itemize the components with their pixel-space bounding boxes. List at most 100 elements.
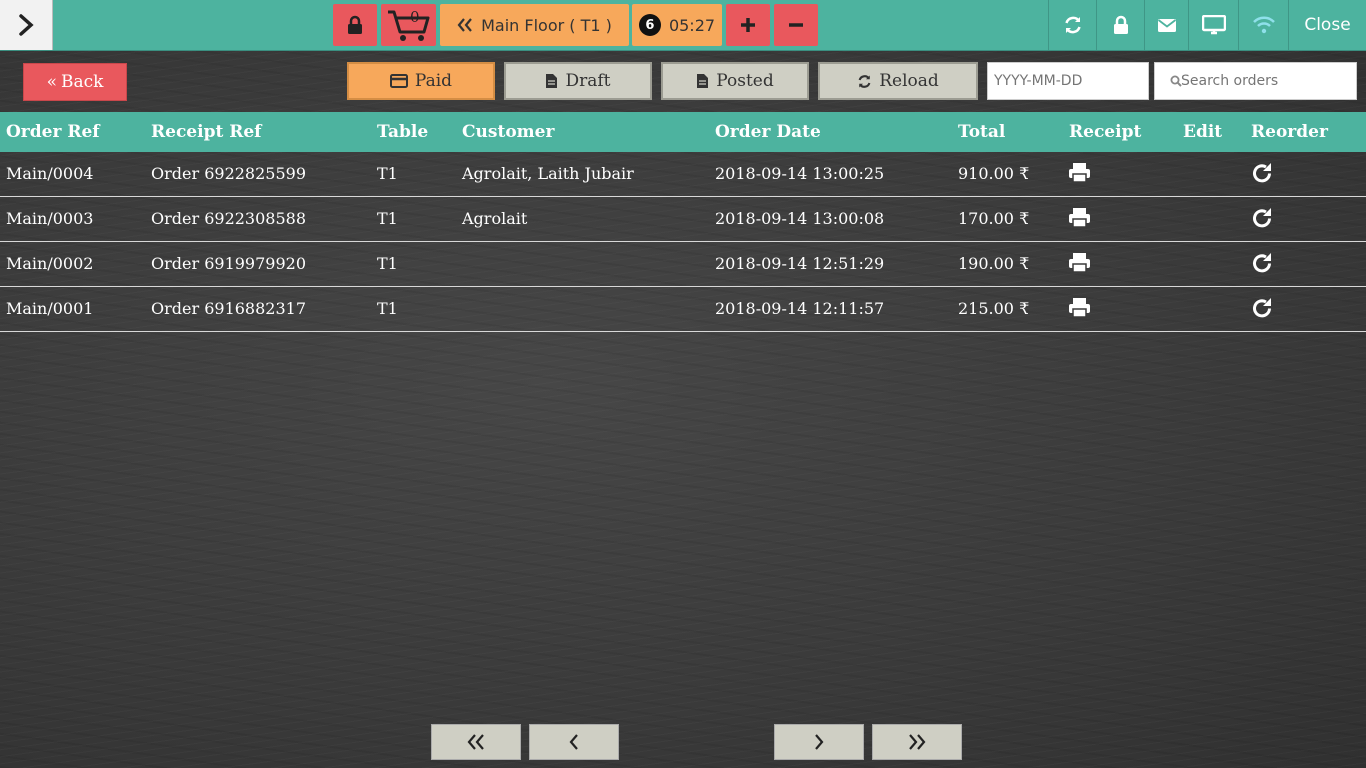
table-row[interactable]: Main/0002 Order 6919979920 T1 2018-09-14… bbox=[0, 242, 1366, 287]
print-receipt-icon[interactable] bbox=[1068, 297, 1091, 318]
double-chevron-right-icon bbox=[909, 734, 926, 750]
double-chevron-left-icon bbox=[467, 734, 484, 750]
network-status-button[interactable] bbox=[1238, 0, 1288, 50]
print-receipt-icon[interactable] bbox=[1068, 162, 1091, 183]
order-date-cell: 2018-09-14 12:51:29 bbox=[715, 254, 885, 273]
column-header-customer: Customer bbox=[462, 122, 555, 142]
paid-label: Paid bbox=[414, 71, 453, 91]
total-cell: 215.00 ₹ bbox=[958, 299, 1030, 318]
floor-label: Main Floor ( T1 ) bbox=[481, 15, 612, 35]
refresh-icon bbox=[858, 74, 871, 88]
column-header-receipt: Receipt bbox=[1069, 122, 1142, 142]
table-row[interactable]: Main/0003 Order 6922308588 T1 Agrolait 2… bbox=[0, 197, 1366, 242]
guests-badge: 6 bbox=[638, 14, 661, 36]
print-receipt-icon[interactable] bbox=[1068, 207, 1091, 228]
remove-order-button[interactable] bbox=[774, 4, 818, 46]
search-orders-input[interactable] bbox=[1154, 62, 1357, 100]
cart-button[interactable]: 0 bbox=[381, 4, 436, 46]
order-date-cell: 2018-09-14 12:11:57 bbox=[715, 299, 885, 318]
table-cell: T1 bbox=[377, 254, 398, 273]
receipt-ref-cell: Order 6922308588 bbox=[151, 209, 307, 228]
receipt-ref-cell: Order 6916882317 bbox=[151, 299, 307, 318]
messages-button[interactable] bbox=[1144, 0, 1188, 50]
table-row[interactable]: Main/0001 Order 6916882317 T1 2018-09-14… bbox=[0, 287, 1366, 332]
close-button[interactable]: Close bbox=[1288, 0, 1366, 50]
cart-count: 0 bbox=[410, 8, 420, 26]
reorder-icon[interactable] bbox=[1251, 252, 1274, 275]
cart-icon bbox=[387, 10, 429, 41]
top-bar: 0 Main Floor ( T1 ) 6 05:27 Close bbox=[0, 0, 1366, 51]
previous-page-button[interactable] bbox=[529, 724, 619, 760]
back-button[interactable]: « Back bbox=[23, 63, 127, 101]
chevron-right-icon bbox=[815, 734, 824, 750]
display-button[interactable] bbox=[1188, 0, 1238, 50]
table-row[interactable]: Main/0004 Order 6922825599 T1 Agrolait, … bbox=[0, 152, 1366, 197]
chevron-right-icon bbox=[19, 14, 34, 36]
document-icon bbox=[546, 74, 558, 88]
envelope-icon bbox=[1157, 19, 1176, 32]
order-ref-cell: Main/0001 bbox=[6, 299, 94, 318]
last-page-button[interactable] bbox=[872, 724, 962, 760]
receipt-ref-cell: Order 6919979920 bbox=[151, 254, 307, 273]
order-date-cell: 2018-09-14 13:00:08 bbox=[715, 209, 885, 228]
date-filter-input[interactable] bbox=[987, 62, 1149, 100]
customer-cell: Agrolait, Laith Jubair bbox=[462, 164, 634, 183]
toggle-sidebar-button[interactable] bbox=[0, 0, 53, 50]
next-page-button[interactable] bbox=[774, 724, 864, 760]
total-cell: 190.00 ₹ bbox=[958, 254, 1030, 273]
column-header-table: Table bbox=[377, 122, 429, 142]
filter-posted-button[interactable]: Posted bbox=[661, 62, 809, 100]
customer-cell: Agrolait bbox=[462, 209, 528, 228]
receipt-ref-cell: Order 6922825599 bbox=[151, 164, 307, 183]
filter-paid-button[interactable]: Paid bbox=[347, 62, 495, 100]
reorder-icon[interactable] bbox=[1251, 162, 1274, 185]
wifi-icon bbox=[1252, 16, 1275, 34]
chevron-left-icon bbox=[569, 734, 578, 750]
reload-button[interactable]: Reload bbox=[818, 62, 978, 100]
double-chevron-left-icon: « bbox=[46, 72, 57, 92]
close-label: Close bbox=[1304, 15, 1351, 35]
back-label: Back bbox=[60, 72, 104, 92]
total-cell: 910.00 ₹ bbox=[958, 164, 1030, 183]
print-receipt-icon[interactable] bbox=[1068, 252, 1091, 273]
order-ref-cell: Main/0002 bbox=[6, 254, 94, 273]
reorder-icon[interactable] bbox=[1251, 207, 1274, 230]
search-icon bbox=[1170, 75, 1182, 87]
minus-icon bbox=[789, 23, 803, 27]
add-order-button[interactable] bbox=[726, 4, 770, 46]
column-header-edit: Edit bbox=[1183, 122, 1223, 142]
lock-screen-button[interactable] bbox=[1096, 0, 1144, 50]
reorder-icon[interactable] bbox=[1251, 297, 1274, 320]
column-header-total: Total bbox=[958, 122, 1006, 142]
column-header-receipt-ref: Receipt Ref bbox=[151, 122, 262, 142]
column-header-order-ref: Order Ref bbox=[6, 122, 100, 142]
column-header-reorder: Reorder bbox=[1251, 122, 1328, 142]
column-header-order-date: Order Date bbox=[715, 122, 821, 142]
guests-timer-button[interactable]: 6 05:27 bbox=[632, 4, 722, 46]
lock-icon bbox=[348, 15, 362, 34]
draft-label: Draft bbox=[565, 71, 611, 91]
document-icon bbox=[697, 74, 709, 88]
orders-table-header: Order Ref Receipt Ref Table Customer Ord… bbox=[0, 112, 1366, 152]
table-cell: T1 bbox=[377, 299, 398, 318]
order-date-cell: 2018-09-14 13:00:25 bbox=[715, 164, 885, 183]
credit-card-icon bbox=[389, 74, 408, 88]
double-chevron-left-icon bbox=[457, 18, 472, 32]
plus-icon bbox=[741, 18, 755, 32]
posted-label: Posted bbox=[716, 71, 774, 91]
filter-draft-button[interactable]: Draft bbox=[504, 62, 652, 100]
table-cell: T1 bbox=[377, 209, 398, 228]
floor-selector-button[interactable]: Main Floor ( T1 ) bbox=[440, 4, 629, 46]
refresh-icon bbox=[1064, 16, 1081, 34]
total-cell: 170.00 ₹ bbox=[958, 209, 1030, 228]
sync-button[interactable] bbox=[1048, 0, 1096, 50]
first-page-button[interactable] bbox=[431, 724, 521, 760]
monitor-icon bbox=[1201, 15, 1226, 35]
lock-icon bbox=[1113, 15, 1128, 34]
table-cell: T1 bbox=[377, 164, 398, 183]
order-ref-cell: Main/0003 bbox=[6, 209, 94, 228]
lock-order-button[interactable] bbox=[333, 4, 377, 46]
order-ref-cell: Main/0004 bbox=[6, 164, 94, 183]
order-timer: 05:27 bbox=[668, 15, 716, 35]
reload-label: Reload bbox=[879, 71, 939, 91]
